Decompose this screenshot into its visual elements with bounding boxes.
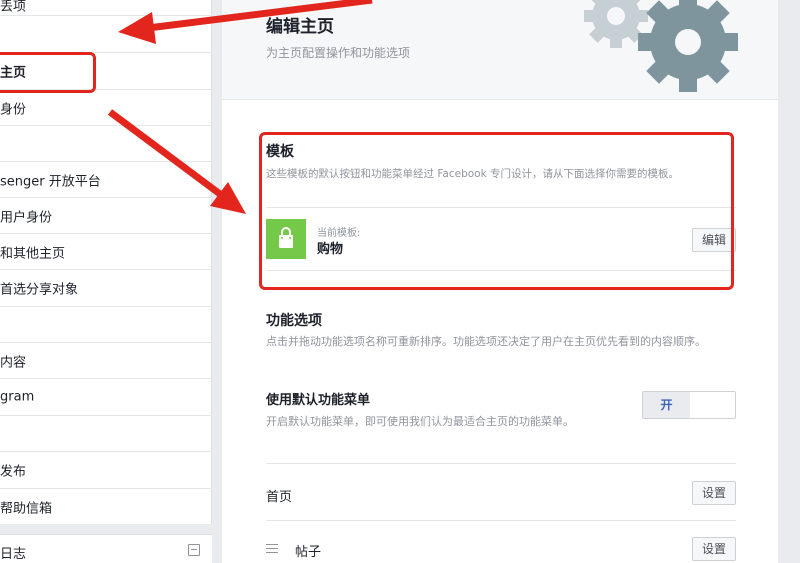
sidebar-item-label: 用户身份 (0, 210, 53, 225)
home-settings-button[interactable]: 设置 (692, 481, 736, 505)
export-icon[interactable] (188, 544, 200, 556)
divider (266, 520, 736, 521)
page-title: 编辑主页 (266, 17, 334, 37)
sidebar-item-label: 丢项 (0, 0, 27, 14)
annotation-box-sidebar (0, 52, 96, 93)
page-subtitle: 为主页配置操作和功能选项 (266, 46, 411, 60)
sidebar-item-label: 身份 (0, 102, 27, 117)
tab-home-label[interactable]: 首页 (266, 486, 292, 505)
sidebar-item-blank-2[interactable] (0, 126, 212, 162)
sidebar-item-label: senger 开放平台 (0, 174, 101, 189)
sidebar-item-preferred-audience[interactable]: 首选分享对象 (0, 270, 212, 307)
posts-settings-button[interactable]: 设置 (692, 537, 736, 561)
divider (266, 463, 736, 464)
sidebar-item-instagram[interactable]: gram (0, 379, 212, 416)
annotation-box-template (259, 132, 734, 290)
default-menu-toggle[interactable]: 开 (642, 391, 736, 419)
sidebar-item-blank-4[interactable] (0, 416, 212, 452)
sidebar-item-publishing[interactable]: 发布 (0, 452, 212, 489)
sidebar-item-label: 发布 (0, 464, 27, 480)
sidebar-item-content[interactable]: 内容 (0, 343, 212, 379)
default-menu-title: 使用默认功能菜单 (266, 393, 371, 408)
features-section-description: 点击并拖动功能选项名称可重新排序。功能选项还决定了用户在主页优先看到的内容顺序。 (266, 335, 706, 348)
toggle-on-label: 开 (643, 392, 690, 418)
sidebar-item-label: 帮助信箱 (0, 501, 53, 517)
sidebar-item-label: 和其他主页 (0, 246, 66, 261)
default-menu-description: 开启默认功能菜单，即可使用我们认为最适合主页的功能菜单。 (266, 415, 574, 428)
gear-icon (584, 0, 738, 92)
sidebar-item-blank-3[interactable] (0, 307, 212, 343)
sidebar-item-label: 日志 (0, 547, 27, 562)
sidebar-item-blank-1[interactable] (0, 16, 212, 53)
sidebar-item-user-roles[interactable]: 用户身份 (0, 198, 212, 234)
sidebar-item-label: 内容 (0, 355, 27, 370)
page-header: 编辑主页 为主页配置操作和功能选项 (222, 0, 778, 100)
drag-handle-icon[interactable] (266, 544, 278, 554)
sidebar-item-other-pages[interactable]: 和其他主页 (0, 234, 212, 270)
sidebar-item-identity[interactable]: 身份 (0, 90, 212, 126)
tab-posts-label[interactable]: 帖子 (295, 541, 321, 560)
sidebar-item-messenger-platform[interactable]: senger 开放平台 (0, 162, 212, 198)
sidebar-item-support-inbox[interactable]: 帮助信箱 (0, 489, 212, 525)
sidebar-activity-log[interactable]: 日志 (0, 534, 212, 563)
sidebar-item-options[interactable]: 丢项 (0, 0, 212, 16)
sidebar-item-label: 首选分享对象 (0, 282, 79, 298)
features-section-title: 功能选项 (266, 313, 322, 329)
sidebar-item-label: gram (0, 389, 35, 405)
